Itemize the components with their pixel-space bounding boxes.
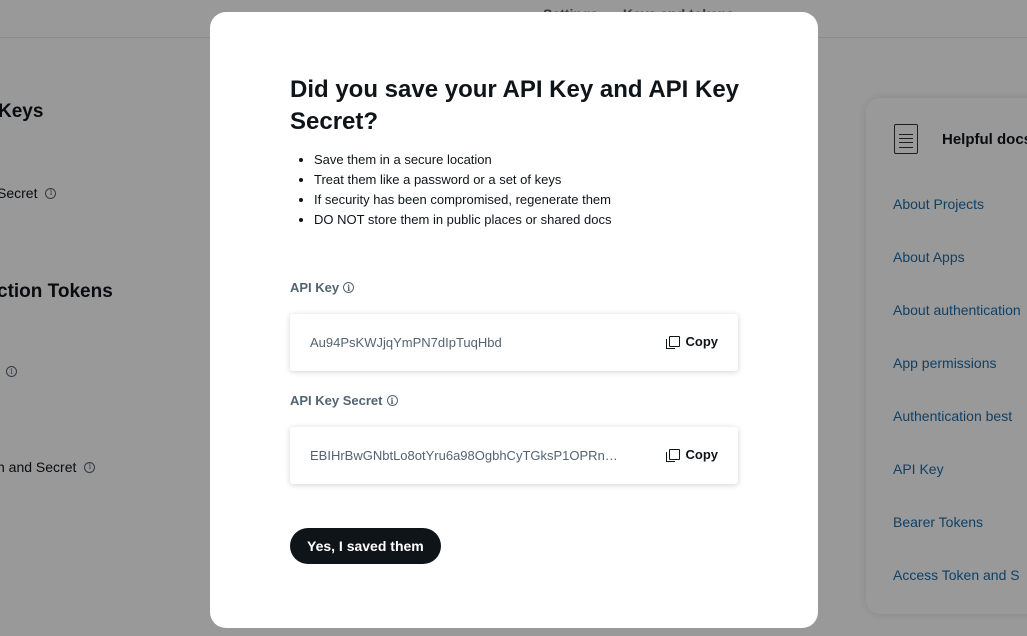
copy-icon — [665, 449, 680, 462]
info-icon[interactable]: i — [386, 395, 398, 406]
api-key-field: Au94PsKWJjqYmPN7dIpTuqHbd Copy — [290, 314, 738, 371]
api-key-secret-label: API Key Secret i — [290, 393, 398, 408]
instruction-item: Treat them like a password or a set of k… — [314, 170, 611, 190]
api-key-value[interactable]: Au94PsKWJjqYmPN7dIpTuqHbd — [310, 335, 630, 350]
copy-button-label: Copy — [685, 447, 719, 462]
instruction-item: Save them in a secure location — [314, 150, 611, 170]
copy-api-key-secret-button[interactable]: Copy — [665, 447, 719, 462]
api-key-secret-value[interactable]: EBIHrBwGNbtLo8otYru6a98OgbhCyTGksP1OPRn… — [310, 448, 630, 463]
api-key-secret-field: EBIHrBwGNbtLo8otYru6a98OgbhCyTGksP1OPRn…… — [290, 427, 738, 484]
info-icon[interactable]: i — [343, 282, 355, 293]
confirm-saved-button[interactable]: Yes, I saved them — [290, 528, 441, 564]
copy-api-key-button[interactable]: Copy — [665, 334, 719, 349]
api-key-secret-label-text: API Key Secret — [290, 393, 383, 408]
copy-icon — [665, 336, 680, 349]
api-key-label: API Key i — [290, 280, 355, 295]
save-keys-dialog: Did you save your API Key and API Key Se… — [210, 12, 818, 628]
copy-button-label: Copy — [685, 334, 719, 349]
api-key-label-text: API Key — [290, 280, 340, 295]
instructions-list: Save them in a secure location Treat the… — [314, 150, 611, 230]
instruction-item: If security has been compromised, regene… — [314, 190, 611, 210]
dialog-title: Did you save your API Key and API Key Se… — [290, 76, 740, 135]
instruction-item: DO NOT store them in public places or sh… — [314, 210, 611, 230]
